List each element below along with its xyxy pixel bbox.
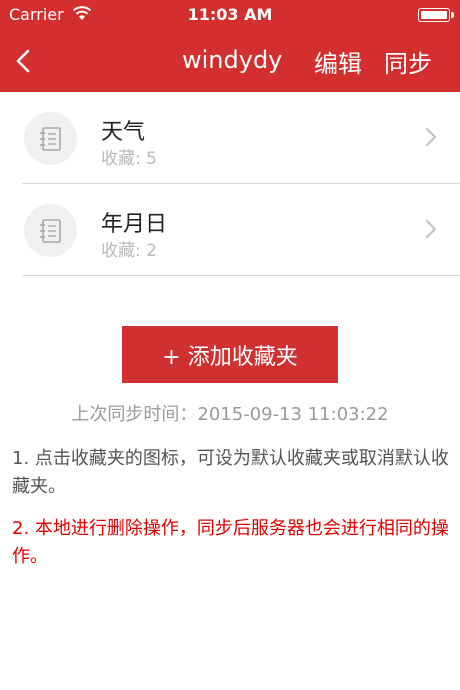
favorites-list: 天气 收藏: 5 年月日 收藏: 2 <box>0 92 460 276</box>
help-note-delete-sync: 2. 本地进行删除操作，同步后服务器也会进行相同的操作。 <box>12 518 449 567</box>
favorite-count: 收藏: 5 <box>101 149 157 169</box>
favorite-row[interactable]: 年月日 收藏: 2 <box>0 184 460 276</box>
back-button[interactable] <box>8 44 38 78</box>
add-favorite-folder-button[interactable]: + 添加收藏夹 <box>122 326 338 383</box>
edit-button[interactable]: 编辑 <box>314 44 362 79</box>
app-header: Carrier 11:03 AM windydy 编辑 同步 <box>0 0 460 92</box>
status-bar: Carrier 11:03 AM <box>0 0 460 30</box>
battery-icon <box>418 8 454 22</box>
notebook-icon[interactable] <box>24 112 77 165</box>
chevron-right-icon <box>425 127 437 147</box>
nav-bar: windydy 编辑 同步 <box>0 30 460 92</box>
help-note-default-folder: 1. 点击收藏夹的图标，可设为默认收藏夹或取消默认收藏夹。 <box>12 448 449 497</box>
favorite-count: 收藏: 2 <box>101 241 157 261</box>
page-title: windydy <box>182 46 283 74</box>
status-time: 11:03 AM <box>187 5 273 24</box>
chevron-right-icon <box>425 219 437 239</box>
last-sync-time: 上次同步时间：2015-09-13 11:03:22 <box>71 404 389 425</box>
notebook-icon[interactable] <box>24 204 77 257</box>
sync-button[interactable]: 同步 <box>384 44 432 79</box>
chevron-left-icon <box>16 49 30 73</box>
favorite-name: 年月日 <box>101 212 168 237</box>
favorite-name: 天气 <box>101 120 146 145</box>
row-divider <box>22 275 460 276</box>
favorite-row[interactable]: 天气 收藏: 5 <box>0 92 460 184</box>
